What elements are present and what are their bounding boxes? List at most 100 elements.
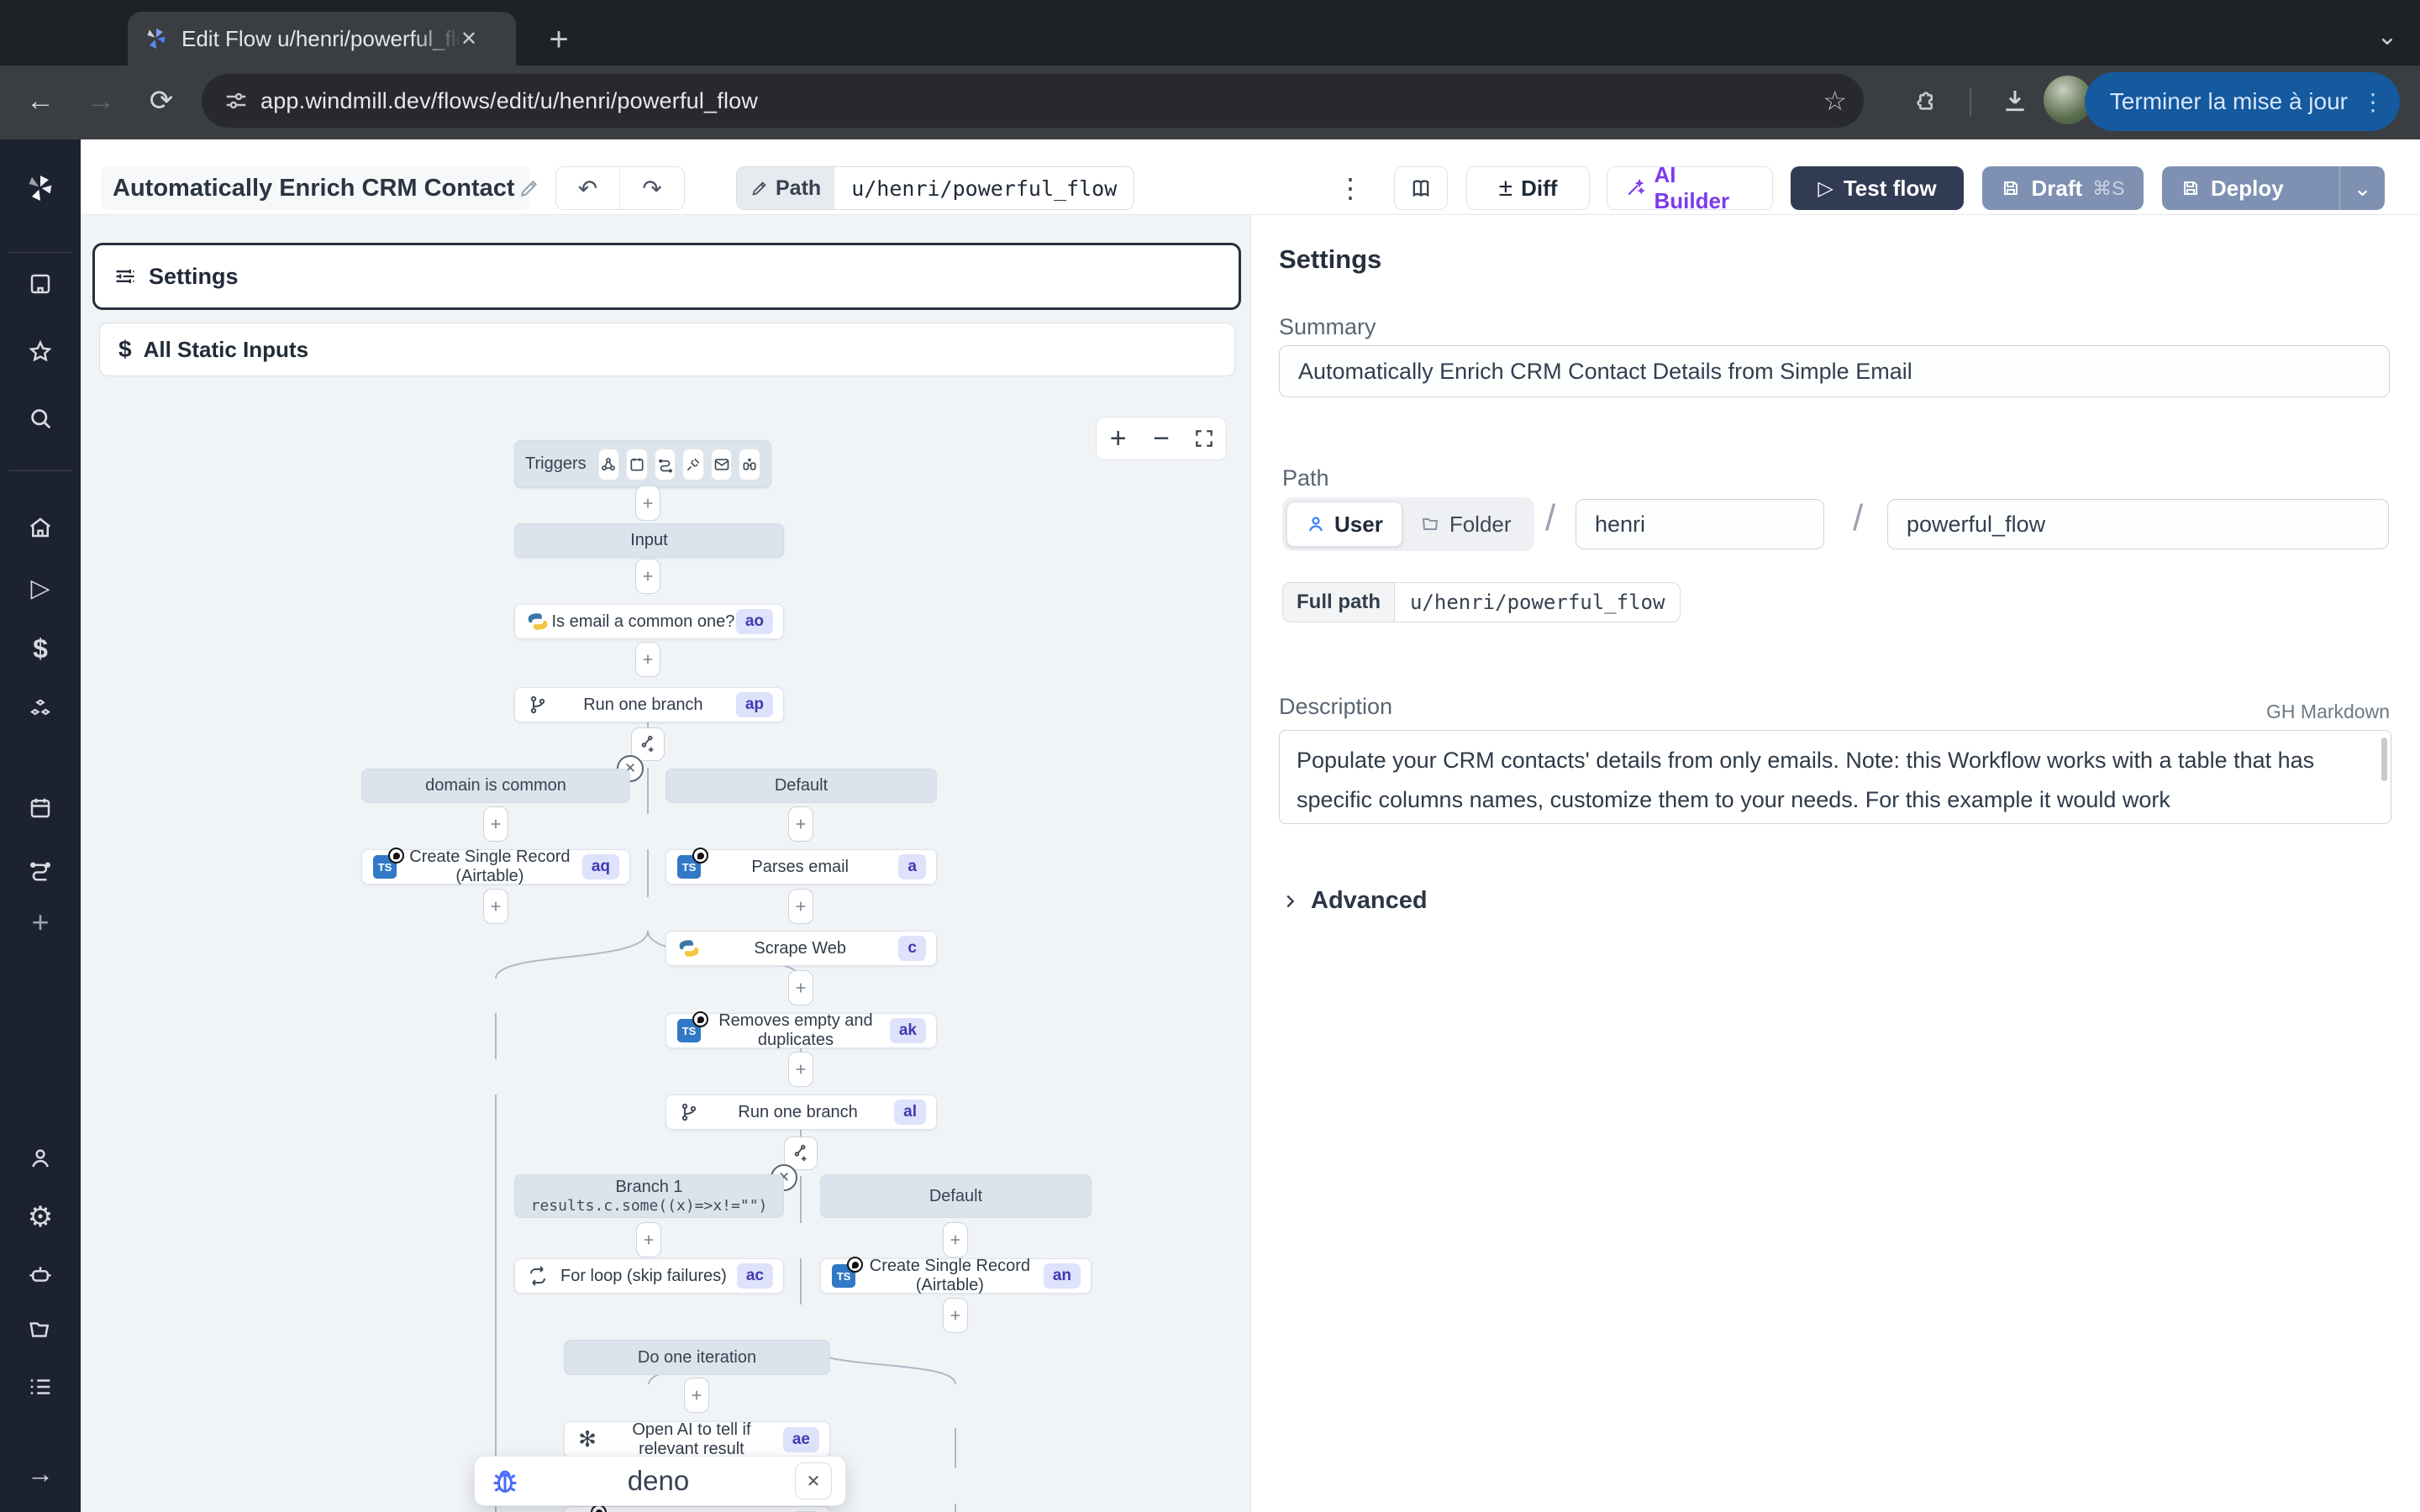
sidebar-item-folders[interactable] xyxy=(0,1306,81,1353)
toolbar-kebab-icon[interactable]: ⋮ xyxy=(1328,166,1372,210)
deno-debug-popup[interactable]: deno ✕ xyxy=(474,1456,846,1506)
path-owner-input[interactable] xyxy=(1576,499,1824,549)
test-flow-button[interactable]: ▷ Test flow xyxy=(1791,166,1964,210)
sidebar-item-variables[interactable]: $ xyxy=(0,625,81,672)
undo-button[interactable]: ↶ xyxy=(556,167,620,209)
settings-heading: Settings xyxy=(1279,244,1381,275)
step-node-create-record-1[interactable]: TS Create Single Record (Airtable) aq xyxy=(361,849,630,885)
add-step-button[interactable] xyxy=(788,806,813,842)
add-step-button[interactable] xyxy=(788,889,813,924)
description-textarea[interactable]: Populate your CRM contacts' details from… xyxy=(1279,730,2391,824)
browser-update-button[interactable]: Terminer la mise à jour ⋮ xyxy=(2085,72,2400,131)
branch-header-domain-is-common[interactable]: domain is common xyxy=(361,769,630,803)
draft-button[interactable]: Draft ⌘S xyxy=(1982,166,2144,210)
sidebar-item-flows[interactable] xyxy=(0,847,81,894)
diff-button[interactable]: ± Diff xyxy=(1466,166,1590,210)
tab-close-icon[interactable]: ✕ xyxy=(460,27,477,51)
update-menu-kebab-icon[interactable]: ⋮ xyxy=(2361,88,2385,116)
add-step-button[interactable] xyxy=(635,559,660,594)
deploy-dropdown-chevron-icon[interactable]: ⌄ xyxy=(2339,166,2385,210)
step-node-run-one-branch-1[interactable]: Run one branch ap xyxy=(514,687,784,722)
textarea-scrollbar[interactable] xyxy=(2381,738,2387,781)
step-node-scrape-web[interactable]: Scrape Web c xyxy=(666,931,937,966)
step-node-parses-email[interactable]: TS Parses email a xyxy=(666,849,937,885)
input-node[interactable]: Input xyxy=(514,523,784,558)
route-trigger-icon[interactable] xyxy=(655,449,676,480)
extensions-icon[interactable] xyxy=(1901,74,1951,128)
flow-settings-box[interactable]: Settings xyxy=(92,243,1241,310)
sidebar-item-workspace[interactable] xyxy=(0,260,81,307)
popup-close-button[interactable]: ✕ xyxy=(795,1462,832,1499)
branch-header-default-1[interactable]: Default xyxy=(666,769,937,803)
sidebar-expand-arrow-icon[interactable]: → xyxy=(0,1450,81,1497)
toggle-user[interactable]: User xyxy=(1286,501,1402,547)
step-node-partial[interactable]: TS xyxy=(564,1506,830,1512)
browser-tab[interactable]: Edit Flow u/henri/powerful_flo ✕ xyxy=(128,12,516,66)
email-trigger-icon[interactable] xyxy=(711,449,733,480)
sidebar-item-resources[interactable] xyxy=(0,686,81,733)
add-step-button[interactable] xyxy=(943,1222,968,1257)
branch-header-default-2[interactable]: Default xyxy=(820,1174,1092,1218)
sidebar-item-home[interactable] xyxy=(0,504,81,551)
sidebar-item-favorites[interactable] xyxy=(0,328,81,375)
add-step-button[interactable] xyxy=(483,806,508,842)
do-one-iteration-node[interactable]: Do one iteration xyxy=(564,1340,830,1375)
deploy-button[interactable]: Deploy xyxy=(2162,176,2329,202)
flow-settings-label: Settings xyxy=(149,264,239,290)
back-button[interactable]: ← xyxy=(13,74,67,128)
path-name-input[interactable] xyxy=(1887,499,2389,549)
sidebar-item-add[interactable]: + xyxy=(0,899,81,946)
webhook-trigger-icon[interactable] xyxy=(598,449,620,480)
zoom-in-button[interactable]: + xyxy=(1097,417,1139,459)
advanced-section-toggle[interactable]: Advanced xyxy=(1281,887,1428,915)
docs-book-button[interactable] xyxy=(1394,166,1448,210)
fit-view-button[interactable] xyxy=(1183,417,1226,459)
new-tab-button[interactable]: + xyxy=(538,18,580,60)
ai-builder-button[interactable]: AI Builder xyxy=(1607,166,1773,210)
triggers-node[interactable]: Triggers xyxy=(514,440,771,488)
add-step-button[interactable] xyxy=(684,1378,709,1413)
step-node-run-one-branch-2[interactable]: Run one branch al xyxy=(666,1095,937,1130)
full-path-value: u/henri/powerful_flow xyxy=(1395,583,1680,622)
branch-header-branch-1[interactable]: Branch 1 results.c.some((x)=>x!="") xyxy=(514,1174,784,1218)
step-node-email-check[interactable]: Is email a common one? ao xyxy=(514,604,784,639)
add-step-button[interactable] xyxy=(636,1222,661,1257)
summary-input[interactable] xyxy=(1279,345,2390,397)
add-step-button[interactable] xyxy=(788,970,813,1005)
add-step-button[interactable] xyxy=(635,642,660,677)
sidebar-item-workers[interactable] xyxy=(0,1251,81,1298)
add-step-button[interactable] xyxy=(483,889,508,924)
toggle-folder[interactable]: Folder xyxy=(1402,501,1530,547)
add-step-button[interactable] xyxy=(943,1298,968,1333)
sidebar-item-schedules[interactable] xyxy=(0,785,81,832)
reload-button[interactable]: ⟳ xyxy=(134,74,188,128)
schedule-trigger-icon[interactable] xyxy=(626,449,648,480)
add-step-button[interactable] xyxy=(788,1052,813,1087)
windmill-logo[interactable] xyxy=(0,165,81,212)
step-node-removes-duplicates[interactable]: TS Removes empty and duplicates ak xyxy=(666,1013,937,1048)
step-node-for-loop[interactable]: For loop (skip failures) ac xyxy=(514,1258,784,1294)
step-node-create-record-2[interactable]: TS Create Single Record (Airtable) an xyxy=(820,1258,1092,1294)
bookmark-star-icon[interactable]: ☆ xyxy=(1823,85,1847,117)
flow-graph-canvas[interactable]: + − Triggers Input xyxy=(81,391,1250,1512)
redo-button[interactable]: ↷ xyxy=(620,167,684,209)
site-settings-icon[interactable] xyxy=(224,88,249,113)
draft-shortcut: ⌘S xyxy=(2092,177,2124,200)
all-static-inputs-box[interactable]: $ All Static Inputs xyxy=(99,323,1235,376)
sidebar-item-search[interactable] xyxy=(0,395,81,442)
add-step-button[interactable] xyxy=(635,486,660,521)
websocket-trigger-icon[interactable] xyxy=(682,449,704,480)
sidebar-item-users[interactable] xyxy=(0,1135,81,1182)
sidebar-item-logs[interactable] xyxy=(0,1363,81,1410)
tab-overflow-chevron-icon[interactable]: ⌄ xyxy=(2366,15,2408,57)
address-bar[interactable]: app.windmill.dev/flows/edit/u/henri/powe… xyxy=(202,74,1864,128)
zoom-out-button[interactable]: − xyxy=(1139,417,1182,459)
forward-button[interactable]: → xyxy=(74,74,128,128)
sidebar-item-runs[interactable]: ▷ xyxy=(0,564,81,612)
sidebar-item-settings[interactable]: ⚙ xyxy=(0,1194,81,1241)
path-pill[interactable]: Path u/henri/powerful_flow xyxy=(736,166,1134,210)
download-icon[interactable] xyxy=(1990,74,2040,128)
poll-trigger-icon[interactable] xyxy=(739,449,760,480)
flow-title-field[interactable]: Automatically Enrich CRM Contact xyxy=(101,166,529,210)
step-node-openai-check[interactable]: ✻ Open AI to tell if relevant result ae xyxy=(564,1421,830,1457)
